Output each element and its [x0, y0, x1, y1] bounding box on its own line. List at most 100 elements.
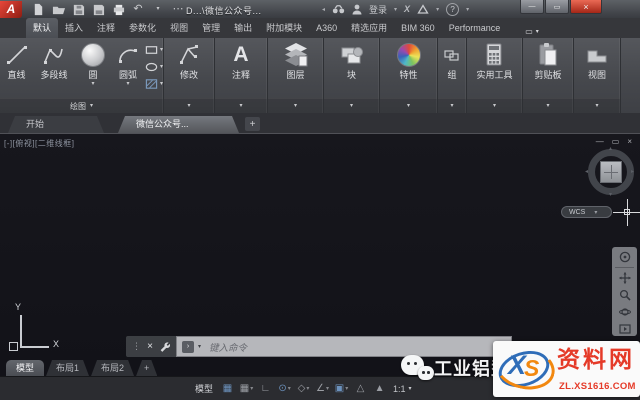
group-button[interactable]: 组 [444, 38, 460, 98]
ribbon-tab-output[interactable]: 输出 [227, 18, 259, 38]
view-base-button[interactable]: 视图 [584, 38, 610, 98]
viewport-controls[interactable]: [-][俯视][二维线框] [4, 138, 75, 149]
modify-panel-expander[interactable]: ▾ [164, 98, 214, 113]
text-button[interactable]: A 注释 [232, 38, 250, 98]
annotation-autoscale-icon[interactable]: ▲ [372, 381, 387, 396]
ribbon-tab-featured-apps[interactable]: 精选应用 [344, 18, 394, 38]
plot-icon[interactable] [111, 2, 125, 16]
viewcube-east-arrow-icon[interactable]: ▸ [631, 169, 634, 175]
viewcube-wcs-menu[interactable]: WCS ▾ [561, 206, 612, 218]
block-panel-expander[interactable]: ▾ [324, 98, 379, 113]
ribbon-tab-home[interactable]: 默认 [26, 18, 59, 38]
collapse-arrow-icon[interactable]: ◂ [322, 6, 325, 13]
utilities-panel-expander[interactable]: ▾ [467, 98, 522, 113]
customize-wrench-icon[interactable] [159, 341, 170, 352]
polar-tracking-icon[interactable]: ⊙ ▾ [277, 381, 292, 396]
line-tool-button[interactable]: 直线 [0, 38, 33, 98]
layers-button[interactable]: 图层 [283, 38, 309, 98]
a360-icon[interactable]: X [404, 4, 410, 14]
autodesk-app-icon[interactable] [417, 4, 429, 14]
properties-panel-expander[interactable]: ▾ [380, 98, 437, 113]
ribbon-tab-addins[interactable]: 附加模块 [259, 18, 309, 38]
model-space-button[interactable]: 模型 [195, 382, 213, 395]
circle-tool-button[interactable]: 圆 ▾ [75, 38, 111, 98]
qat-more-icon[interactable]: ⋯ [171, 2, 185, 16]
osnap-tracking-icon[interactable]: ∠ ▾ [315, 381, 330, 396]
apps-dropdown-icon[interactable]: ▾ [436, 6, 439, 13]
isometric-drafting-icon[interactable]: ◇ ▾ [296, 381, 311, 396]
layout1-tab[interactable]: 布局1 [46, 360, 89, 376]
recent-commands-icon[interactable]: › [182, 340, 194, 353]
doc-close-icon[interactable]: × [627, 137, 632, 146]
save-icon[interactable] [71, 2, 85, 16]
object-snap-icon[interactable]: ▣ ▾ [334, 381, 349, 396]
help-icon[interactable]: ? [446, 2, 460, 16]
modify-button[interactable]: 修改 [176, 38, 202, 98]
ribbon-tab-view[interactable]: 视图 [163, 18, 195, 38]
viewcube-top-face[interactable] [600, 161, 622, 183]
zoom-icon[interactable] [616, 288, 633, 302]
circle-flyout-icon[interactable]: ▾ [91, 81, 94, 87]
maximize-button[interactable]: ▭ [545, 0, 569, 14]
paste-button[interactable]: 剪贴板 [534, 38, 562, 98]
command-grip-icon[interactable]: ⋮ [132, 341, 141, 352]
search-icon[interactable] [332, 4, 345, 15]
layout2-tab[interactable]: 布局2 [91, 360, 134, 376]
doc-minimize-icon[interactable]: — [596, 137, 604, 146]
ribbon-minimize-button[interactable]: ▭ ▾ [521, 24, 543, 38]
hatch-tool-button[interactable]: ▾ [145, 78, 163, 90]
arc-tool-button[interactable]: 圆弧 ▾ [111, 38, 145, 98]
save-as-icon[interactable] [91, 2, 105, 16]
command-close-icon[interactable]: × [147, 341, 153, 352]
annotation-visibility-icon[interactable]: △ [353, 381, 368, 396]
pan-icon[interactable] [616, 271, 633, 285]
minimize-button[interactable]: — [520, 0, 544, 14]
snap-mode-icon[interactable]: ▦ ▾ [239, 381, 254, 396]
undo-icon[interactable]: ↶ [131, 2, 145, 16]
annotation-panel-expander[interactable]: ▾ [215, 98, 267, 113]
ellipse-tool-button[interactable]: ▾ [145, 61, 163, 73]
undo-dropdown-icon[interactable]: ▾ [151, 2, 165, 16]
ribbon-tab-insert[interactable]: 插入 [58, 18, 90, 38]
command-dropdown-icon[interactable]: ▾ [198, 343, 201, 350]
ribbon-tab-performance[interactable]: Performance [442, 18, 508, 38]
properties-button[interactable]: 特性 [396, 38, 421, 98]
signin-dropdown-icon[interactable]: ▾ [394, 6, 397, 13]
file-tab-start[interactable]: 开始 [8, 116, 104, 133]
new-layout-tab-button[interactable]: + [136, 360, 157, 376]
viewcube[interactable]: ▴ ▾ ◂ ▸ [585, 146, 634, 198]
open-file-icon[interactable] [51, 2, 65, 16]
viewcube-west-arrow-icon[interactable]: ◂ [585, 169, 588, 175]
ribbon-tab-parametric[interactable]: 参数化 [122, 18, 163, 38]
ribbon-tab-a360[interactable]: A360 [309, 18, 344, 38]
application-menu-button[interactable]: A [0, 0, 22, 18]
ribbon-tab-manage[interactable]: 管理 [195, 18, 227, 38]
ortho-mode-icon[interactable]: ∟ [258, 381, 273, 396]
ribbon-tab-annotate[interactable]: 注释 [90, 18, 122, 38]
signin-button[interactable]: 登录 [369, 3, 387, 16]
orbit-icon[interactable] [616, 305, 633, 319]
new-drawing-tab-button[interactable]: + [245, 117, 260, 131]
annotation-scale-button[interactable]: 1:1 ▾ [393, 384, 412, 394]
clipboard-panel-expander[interactable]: ▾ [523, 98, 573, 113]
doc-restore-icon[interactable]: ▭ [612, 137, 620, 146]
close-button[interactable]: × [570, 0, 602, 14]
view-panel-expander[interactable]: ▾ [574, 98, 620, 113]
rectangle-tool-button[interactable]: ▾ [145, 44, 163, 56]
arc-flyout-icon[interactable]: ▾ [126, 81, 129, 87]
viewcube-south-arrow-icon[interactable]: ▾ [609, 192, 612, 198]
help-dropdown-icon[interactable]: ▾ [466, 6, 469, 13]
new-file-icon[interactable] [31, 2, 45, 16]
navigation-wheel-icon[interactable] [616, 250, 633, 264]
polyline-tool-button[interactable]: 多段线 [33, 38, 75, 98]
insert-block-button[interactable]: 块 [339, 38, 365, 98]
groups-panel-expander[interactable]: ▾ [438, 98, 466, 113]
grid-display-icon[interactable]: ▦ [220, 381, 235, 396]
viewcube-north-arrow-icon[interactable]: ▴ [609, 146, 612, 152]
layers-panel-expander[interactable]: ▾ [268, 98, 323, 113]
command-input[interactable]: › ▾ 键入命令 ▴ [176, 336, 512, 357]
utilities-button[interactable]: 实用工具 [476, 38, 513, 98]
model-tab[interactable]: 模型 [6, 360, 45, 376]
ribbon-tab-bim360[interactable]: BIM 360 [394, 18, 442, 38]
file-tab-drawing[interactable]: 微信公众号... [118, 116, 239, 133]
